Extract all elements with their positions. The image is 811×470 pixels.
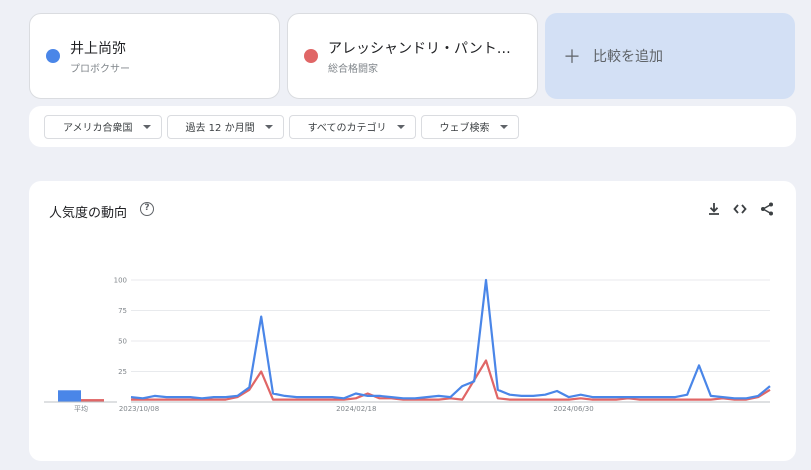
term-name: 井上尚弥 <box>70 40 126 57</box>
region-filter-label: アメリカ合衆国 <box>63 123 133 134</box>
average-bar <box>58 390 81 402</box>
search-type-filter-label: ウェブ検索 <box>439 123 490 134</box>
add-comparison-button[interactable]: ＋ 比較を追加 <box>545 13 795 99</box>
series-color-dot <box>304 49 318 63</box>
search-type-filter[interactable]: ウェブ検索 <box>420 114 519 139</box>
interest-over-time-card: 人気度の動向 ? 100 75 50 25 2023/10/08 2024/02/18 20… <box>29 181 796 461</box>
x-tick-label: 2023/10/08 <box>119 405 159 413</box>
y-tick-label: 100 <box>114 277 127 285</box>
term-subtitle: プロボクサー <box>70 63 130 75</box>
series-line <box>131 359 771 401</box>
line-chart: 100 75 50 25 2023/10/08 2024/02/18 2024/06/30 平… <box>44 277 771 413</box>
filter-bar: アメリカ合衆国 過去 12 か月間 すべてのカテゴリ ウェブ検索 <box>29 106 796 147</box>
x-tick-label: 2024/06/30 <box>553 405 593 413</box>
y-tick-label: 25 <box>118 368 127 376</box>
plus-icon: ＋ <box>563 47 581 68</box>
chevron-down-icon <box>396 124 405 129</box>
chevron-down-icon <box>142 124 151 129</box>
chevron-down-icon <box>499 124 508 129</box>
term-name: アレッシャンドリ・パント… <box>328 40 511 57</box>
average-label: 平均 <box>74 404 88 413</box>
region-filter[interactable]: アメリカ合衆国 <box>44 114 162 139</box>
chevron-down-icon <box>264 124 273 129</box>
time-range-filter-label: 過去 12 か月間 <box>185 123 255 134</box>
term-card-2[interactable]: アレッシャンドリ・パント… 総合格闘家 <box>287 13 538 99</box>
term-subtitle: 総合格闘家 <box>328 63 378 75</box>
y-tick-label: 75 <box>118 307 127 315</box>
time-range-filter[interactable]: 過去 12 か月間 <box>166 114 284 139</box>
category-filter[interactable]: すべてのカテゴリ <box>288 114 416 139</box>
category-filter-label: すべてのカテゴリ <box>307 123 387 134</box>
term-card-1[interactable]: 井上尚弥 プロボクサー <box>29 13 280 99</box>
y-tick-label: 50 <box>118 338 127 346</box>
x-tick-label: 2024/02/18 <box>336 405 376 413</box>
series-color-dot <box>46 49 60 63</box>
series-line <box>130 278 771 400</box>
add-comparison-label: 比較を追加 <box>593 49 663 65</box>
